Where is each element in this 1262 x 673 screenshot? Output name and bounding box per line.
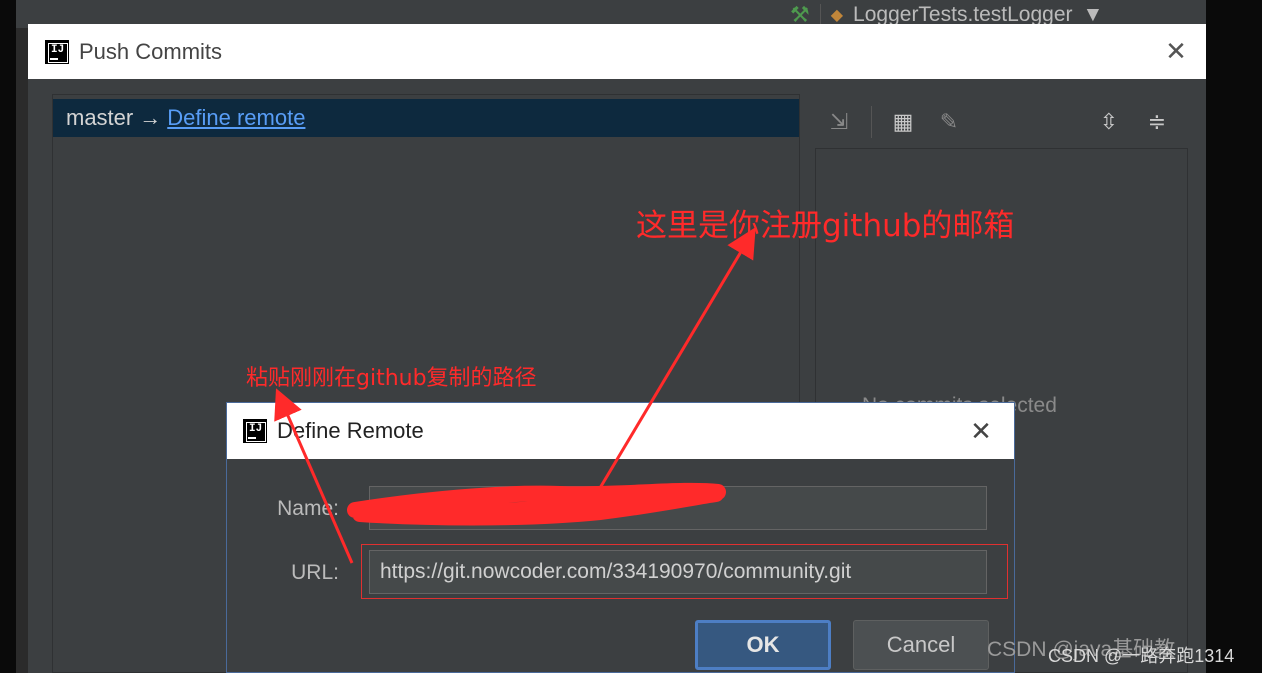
define-close-icon[interactable]: ✕: [966, 416, 996, 446]
branch-name: master: [66, 105, 134, 130]
push-commits-titlebar: IJ Push Commits ✕: [28, 24, 1206, 79]
push-close-icon[interactable]: ✕: [1162, 37, 1190, 65]
expand-all-icon[interactable]: ⇳: [1093, 106, 1125, 138]
cherry-pick-icon[interactable]: ⇲: [823, 106, 855, 138]
remote-url-input[interactable]: [369, 550, 987, 594]
collapse-all-icon[interactable]: ≑: [1141, 106, 1173, 138]
email-annotation: 这里是你注册github的邮箱: [636, 208, 1015, 244]
path-annotation: 粘贴刚刚在github复制的路径: [246, 366, 537, 391]
intellij-logo-icon: IJ: [243, 419, 267, 443]
watermark: CSDN @一路奔跑1314: [1048, 646, 1235, 666]
url-label: URL:: [291, 561, 339, 584]
intellij-logo-icon: IJ: [45, 39, 69, 64]
branch-row[interactable]: master → Define remote: [53, 99, 799, 137]
branch-arrow-icon: →: [139, 105, 162, 130]
name-label: Name:: [277, 497, 339, 520]
details-toolbar-separator: [871, 106, 872, 138]
define-remote-titlebar: IJ Define Remote ✕: [227, 403, 1014, 459]
toolbar-separator: [819, 4, 821, 26]
test-config-icon: ◆: [830, 7, 844, 24]
remote-name-input[interactable]: [369, 486, 987, 530]
ok-button[interactable]: OK: [695, 620, 831, 670]
details-toolbar: ⇲ ▦ ✎ ⇳ ≑: [823, 102, 1183, 142]
edit-icon[interactable]: ✎: [933, 106, 965, 138]
push-commits-title: Push Commits: [79, 38, 223, 64]
define-remote-dialog: IJ Define Remote ✕ Name: URL: OK Cancel: [226, 402, 1015, 673]
define-remote-link[interactable]: Define remote: [167, 105, 305, 131]
group-by-icon[interactable]: ▦: [887, 106, 919, 138]
cancel-button[interactable]: Cancel: [853, 620, 989, 670]
define-remote-title: Define Remote: [277, 418, 424, 443]
